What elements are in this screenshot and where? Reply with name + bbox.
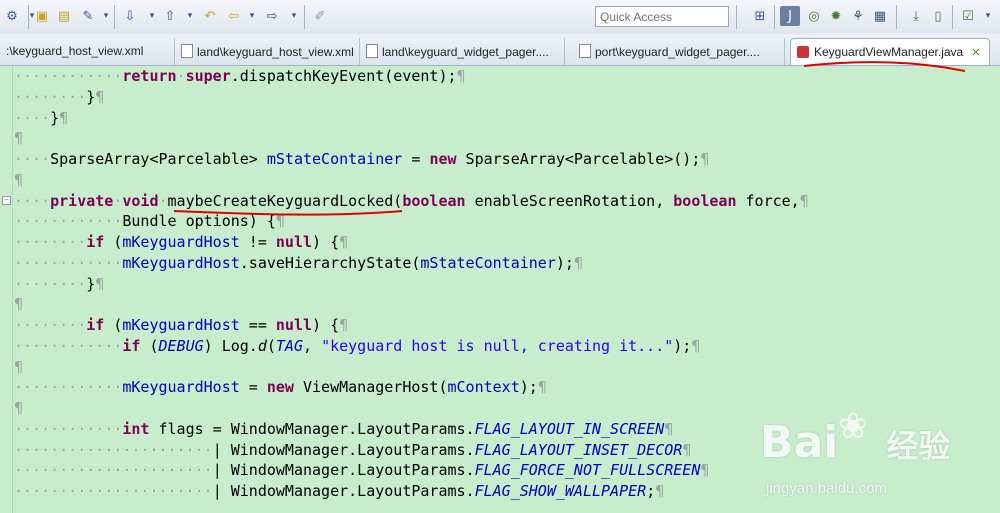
- arrow-up-icon[interactable]: ⇧: [160, 6, 180, 26]
- code-line: ············mKeyguardHost.saveHierarchyS…: [14, 253, 583, 272]
- device-icon[interactable]: ▯: [928, 6, 948, 26]
- code-line: ············int flags = WindowManager.La…: [14, 419, 674, 438]
- gear-icon[interactable]: ⚙: [2, 6, 22, 26]
- dropdown-arrow-icon[interactable]: ▾: [978, 6, 998, 26]
- fold-toggle-icon[interactable]: −: [2, 196, 11, 205]
- tab-label: land\keyguard_host_view.xml: [197, 45, 354, 59]
- tab-label: port\keyguard_widget_pager....: [595, 45, 760, 59]
- editor-gutter: −: [0, 66, 13, 513]
- tab-land-keyguard-host-view[interactable]: land\keyguard_host_view.xml: [175, 38, 360, 65]
- watermark-brand: Bai 经验: [760, 417, 951, 468]
- code-line: ¶: [14, 357, 24, 376]
- code-line: ······················| WindowManager.La…: [14, 461, 710, 480]
- tab-label: KeyguardViewManager.java: [814, 45, 964, 59]
- code-line: ············if (DEBUG) Log.d(TAG, "keygu…: [14, 336, 701, 355]
- toolbar-separator: [304, 5, 305, 29]
- code-line: ········if (mKeyguardHost == null) {¶: [14, 316, 349, 334]
- code-line: ····private·void·maybeCreateKeyguardLock…: [14, 191, 809, 210]
- toolbar-separator: [114, 5, 115, 29]
- dropdown-arrow-icon[interactable]: ▾: [284, 6, 304, 26]
- brush-icon[interactable]: ✎: [78, 6, 98, 26]
- dropdown-arrow-icon[interactable]: ▾: [242, 6, 262, 26]
- ddms-icon[interactable]: ⚘: [848, 6, 868, 26]
- open-folder-icon[interactable]: ▣: [32, 6, 52, 26]
- baidu-watermark: ❀ Bai 经验 jingyan.baidu.com: [760, 405, 1000, 513]
- code-area[interactable]: ············return·super.dispatchKeyEven…: [14, 66, 809, 502]
- toolbar-separator: [28, 5, 29, 29]
- tab-keyguard-host-view[interactable]: :\keyguard_host_view.xml: [0, 38, 175, 65]
- tab-label: land\keyguard_widget_pager....: [382, 45, 549, 59]
- quick-access-placeholder: Quick Access: [600, 10, 673, 24]
- toolbar-separator: [952, 5, 953, 29]
- toolbar-separator: [774, 5, 775, 29]
- download-icon[interactable]: ⤓: [906, 6, 926, 26]
- dropdown-arrow-icon[interactable]: ▾: [142, 6, 162, 26]
- code-line: ¶: [14, 170, 24, 189]
- arrow-down-icon[interactable]: ⇩: [120, 6, 140, 26]
- folder-icon[interactable]: ▤: [54, 6, 74, 26]
- check-icon[interactable]: ☑: [958, 6, 978, 26]
- code-line: ········}¶: [14, 274, 105, 293]
- close-icon[interactable]: ✕: [971, 46, 980, 59]
- back-icon[interactable]: ⇦: [224, 6, 244, 26]
- java-perspective-icon[interactable]: J: [780, 6, 800, 26]
- quick-access-input[interactable]: Quick Access: [595, 6, 729, 27]
- code-line: ········}¶: [14, 87, 105, 106]
- java-file-icon: [797, 46, 809, 58]
- debug-perspective-icon[interactable]: ◎: [804, 6, 824, 26]
- code-line: ············return·super.dispatchKeyEven…: [14, 67, 466, 85]
- tab-keyguard-view-manager[interactable]: KeyguardViewManager.java ✕: [790, 38, 990, 65]
- xml-file-icon: [181, 44, 193, 58]
- code-line: ····SparseArray<Parcelable> mStateContai…: [14, 150, 710, 168]
- toolbar-separator: [736, 5, 737, 29]
- forward-icon[interactable]: ⇨: [262, 6, 282, 26]
- main-toolbar: ⚙ ▾ ▣ ▤ ✎ ▾ ⇩ ▾ ⇧ ▾ ↶ ⇦ ▾ ⇨ ▾ ✐ Quick Ac…: [0, 0, 1000, 35]
- dropdown-arrow-icon[interactable]: ▾: [180, 6, 200, 26]
- code-line: ······················| WindowManager.La…: [14, 440, 692, 459]
- toolbar-separator: [896, 5, 897, 29]
- code-line: ············Bundle options) {¶: [14, 212, 285, 231]
- dropdown-arrow-icon[interactable]: ▾: [96, 6, 116, 26]
- watermark-url: jingyan.baidu.com: [766, 480, 887, 497]
- tab-label: :\keyguard_host_view.xml: [6, 44, 144, 58]
- code-line: ····}¶: [14, 108, 69, 127]
- sdk-manager-icon[interactable]: ▦: [870, 6, 890, 26]
- tab-port-keyguard-widget-pager[interactable]: port\keyguard_widget_pager....: [573, 38, 785, 65]
- code-line: ········if (mKeyguardHost != null) {¶: [14, 233, 349, 251]
- back-history-icon[interactable]: ↶: [200, 6, 220, 26]
- editor-tab-bar: :\keyguard_host_view.xml land\keyguard_h…: [0, 34, 1000, 66]
- code-line: ······················| WindowManager.La…: [14, 482, 665, 500]
- code-line: ¶: [14, 399, 24, 417]
- plus-icon[interactable]: ⊞: [750, 6, 770, 26]
- tab-land-keyguard-widget-pager[interactable]: land\keyguard_widget_pager....: [360, 38, 565, 65]
- code-line: ¶: [14, 129, 24, 148]
- xml-file-icon: [579, 44, 591, 58]
- code-line: ¶: [14, 295, 24, 314]
- xml-file-icon: [366, 44, 378, 58]
- bug-icon[interactable]: ✹: [826, 6, 846, 26]
- pin-icon[interactable]: ✐: [310, 6, 330, 26]
- code-line: ············mKeyguardHost = new ViewMana…: [14, 378, 547, 397]
